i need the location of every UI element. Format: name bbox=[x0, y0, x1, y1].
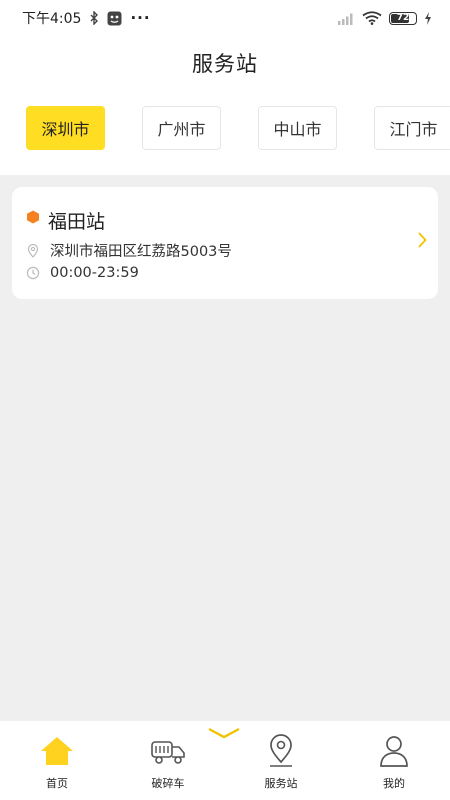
wifi-icon bbox=[362, 11, 382, 25]
location-pin-icon bbox=[266, 733, 296, 769]
tab-city-jiangmen[interactable]: 江门市 bbox=[374, 106, 450, 150]
nav-item-profile[interactable]: 我的 bbox=[349, 733, 439, 793]
station-hours: 00:00-23:59 bbox=[50, 265, 139, 281]
user-icon bbox=[378, 733, 410, 769]
tab-city-zhongshan[interactable]: 中山市 bbox=[258, 106, 337, 150]
signal-icon bbox=[337, 12, 355, 25]
tab-city-guangzhou[interactable]: 广州市 bbox=[142, 106, 221, 150]
location-icon bbox=[26, 243, 40, 258]
battery-indicator: 72 bbox=[389, 11, 417, 25]
page-title: 服务站 bbox=[192, 52, 258, 76]
home-icon bbox=[40, 733, 74, 769]
nav-item-crusher-truck[interactable]: 破碎车 bbox=[123, 733, 213, 793]
status-bar: 下午4:05 ··· 72 bbox=[0, 0, 450, 36]
nav-label-service-station: 服务站 bbox=[264, 777, 298, 790]
station-card[interactable]: 福田站 深圳市福田区红荔路5003号 00:00-23:59 bbox=[12, 187, 438, 299]
city-tab-bar: 深圳市 广州市 中山市 江门市 bbox=[0, 106, 450, 150]
station-name: 福田站 bbox=[48, 211, 106, 233]
tab-city-shenzhen[interactable]: 深圳市 bbox=[26, 106, 105, 150]
nav-label-crusher-truck: 破碎车 bbox=[151, 777, 185, 790]
nav-label-profile: 我的 bbox=[383, 777, 405, 790]
nav-label-home: 首页 bbox=[46, 777, 68, 790]
nav-item-home[interactable]: 首页 bbox=[12, 733, 102, 793]
clock-icon bbox=[26, 266, 40, 280]
app-notification-icon bbox=[107, 11, 122, 26]
station-list: 福田站 深圳市福田区红荔路5003号 00:00-23:59 bbox=[0, 175, 450, 720]
charging-icon bbox=[424, 11, 432, 25]
status-time: 下午4:05 bbox=[22, 11, 82, 27]
nav-item-service-station[interactable]: 服务站 bbox=[236, 733, 326, 793]
station-address-row: 深圳市福田区红荔路5003号 bbox=[26, 240, 232, 261]
station-address: 深圳市福田区红荔路5003号 bbox=[50, 244, 232, 260]
truck-icon bbox=[150, 733, 186, 769]
station-hours-row: 00:00-23:59 bbox=[26, 265, 139, 281]
bluetooth-icon bbox=[89, 11, 99, 25]
bottom-navigation: 首页 破碎车 服务站 我的 bbox=[0, 720, 450, 800]
more-notifications-icon: ··· bbox=[130, 9, 151, 27]
chevron-right-icon bbox=[416, 231, 428, 253]
station-marker-icon bbox=[26, 209, 40, 228]
